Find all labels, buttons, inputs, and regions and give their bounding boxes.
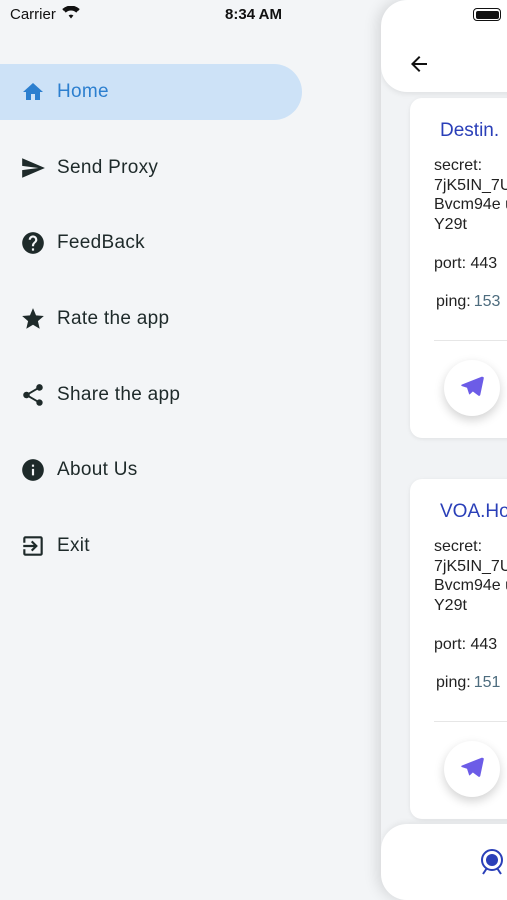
- star-icon: [20, 306, 46, 332]
- drawer-menu: Home Send Proxy FeedBack Rate the app Sh…: [0, 64, 380, 594]
- help-icon: [20, 230, 46, 256]
- drawer-item-label: Rate the app: [57, 308, 170, 330]
- bottom-navigation-bar: [381, 824, 507, 900]
- info-icon: [20, 457, 46, 483]
- home-icon: [20, 79, 46, 105]
- connect-proxy-button[interactable]: [444, 741, 500, 797]
- share-icon: [20, 382, 46, 408]
- drawer-item-exit[interactable]: Exit: [0, 518, 380, 574]
- drawer-item-home[interactable]: Home: [0, 64, 302, 120]
- vpn-icon[interactable]: [477, 848, 507, 883]
- connect-proxy-button[interactable]: [444, 360, 500, 416]
- proxy-title: VOA.Ho: [440, 501, 507, 522]
- drawer-item-label: Send Proxy: [57, 156, 159, 178]
- telegram-send-icon: [459, 373, 485, 404]
- proxy-title: Destin.: [440, 120, 500, 141]
- navigation-drawer: Home Send Proxy FeedBack Rate the app Sh…: [0, 0, 380, 900]
- main-page: Destin. secret: 7jK5IN_7U Bvcm94e uY29t …: [381, 0, 507, 900]
- drawer-item-label: Home: [57, 81, 109, 102]
- proxy-secret: secret: 7jK5IN_7U Bvcm94e uY29t: [434, 538, 507, 614]
- drawer-item-share[interactable]: Share the app: [0, 367, 380, 423]
- proxy-secret: secret: 7jK5IN_7U Bvcm94e uY29t: [434, 157, 507, 233]
- drawer-item-label: FeedBack: [57, 232, 145, 254]
- proxy-card[interactable]: Destin. secret: 7jK5IN_7U Bvcm94e uY29t …: [410, 98, 507, 438]
- drawer-item-rate[interactable]: Rate the app: [0, 291, 380, 347]
- proxy-port: port: 443: [434, 636, 498, 653]
- send-icon: [20, 155, 46, 181]
- status-time: 8:34 AM: [225, 6, 282, 23]
- status-bar: Carrier 8:34 AM: [0, 0, 507, 30]
- back-arrow-icon[interactable]: [407, 52, 431, 81]
- drawer-item-label: About Us: [57, 459, 138, 481]
- proxy-ping: ping: 153: [436, 293, 501, 310]
- card-divider: [434, 340, 507, 341]
- proxy-port: port: 443: [434, 255, 498, 272]
- proxy-card[interactable]: VOA.Ho secret: 7jK5IN_7U Bvcm94e uY29t p…: [410, 479, 507, 819]
- card-divider: [434, 721, 507, 722]
- proxy-ping: ping: 151: [436, 674, 501, 691]
- drawer-item-feedback[interactable]: FeedBack: [0, 215, 380, 271]
- drawer-item-send-proxy[interactable]: Send Proxy: [0, 140, 380, 196]
- telegram-send-icon: [459, 754, 485, 785]
- drawer-item-about[interactable]: About Us: [0, 442, 380, 498]
- drawer-item-label: Share the app: [57, 383, 181, 405]
- exit-icon: [20, 533, 46, 559]
- drawer-item-label: Exit: [57, 535, 90, 557]
